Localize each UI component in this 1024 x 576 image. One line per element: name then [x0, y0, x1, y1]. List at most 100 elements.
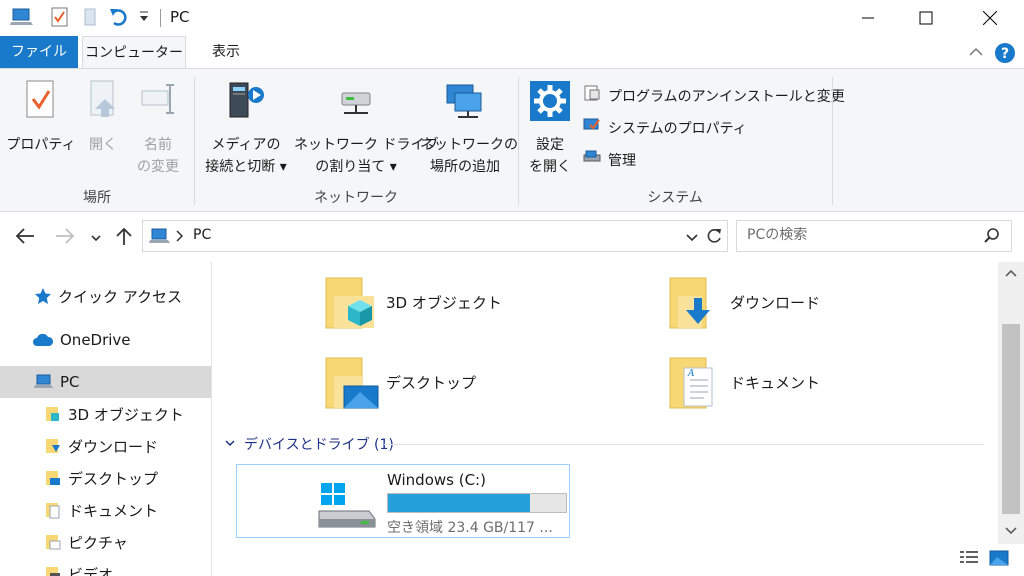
search-input[interactable] [747, 227, 977, 243]
location-group-label: 場所 [83, 190, 111, 206]
ribbon: プロパティ 開く 名前 の変更 場所 メディアの 接続と切断 ▾ ネットワーク … [0, 68, 1024, 212]
vertical-scrollbar[interactable] [998, 262, 1024, 544]
nav-item-downloads[interactable]: ダウンロード [0, 430, 211, 462]
map-drive-label-1: ネットワーク ドライブ [294, 137, 439, 153]
svg-text:?: ? [1001, 46, 1009, 62]
rename-icon [130, 79, 186, 128]
folder-name: 3D オブジェクト [386, 294, 502, 312]
collapse-ribbon-icon[interactable] [968, 44, 984, 64]
network-location-icon [420, 79, 510, 130]
drive-name: Windows (C:) [387, 471, 486, 489]
open-label: 開く [89, 137, 117, 153]
open-settings-button[interactable]: 設定 を開く [524, 79, 576, 178]
refresh-icon[interactable] [705, 227, 723, 249]
minimize-button[interactable] [838, 0, 898, 36]
drive-item-c[interactable]: Windows (C:) 空き領域 23.4 GB/117 ... [236, 464, 570, 538]
devices-section-header[interactable]: デバイスとドライブ (1) [224, 434, 394, 454]
large-icons-view-icon[interactable] [988, 548, 1010, 568]
folder-name: ドキュメント [730, 374, 821, 392]
nav-item-pc[interactable]: PC [0, 366, 211, 398]
manage-icon [582, 147, 602, 175]
new-folder-icon[interactable] [82, 6, 98, 32]
rename-label-1: 名前 [144, 137, 172, 153]
scroll-down-icon[interactable] [1004, 524, 1018, 538]
pc-icon[interactable] [10, 6, 34, 32]
nav-item-3d-objects[interactable]: 3D オブジェクト [0, 398, 211, 430]
undo-icon[interactable] [108, 6, 130, 32]
manage-button[interactable]: 管理 [582, 149, 636, 173]
nav-item-videos[interactable]: ビデオ [0, 558, 211, 576]
nav-item-label: ピクチャ [68, 533, 128, 552]
forward-arrow-icon[interactable] [54, 226, 76, 250]
up-arrow-icon[interactable] [114, 226, 134, 250]
nav-item-label: ダウンロード [68, 437, 159, 456]
settings-gear-icon [524, 79, 576, 130]
ribbon-tabs: ファイル コンピューター 表示 ? [0, 36, 1024, 69]
folder-documents-icon: A [664, 352, 724, 416]
folder-item-downloads[interactable]: ダウンロード [664, 272, 820, 336]
nav-item-desktop[interactable]: デスクトップ [0, 462, 211, 494]
media-server-icon [200, 79, 292, 130]
folder-item-documents[interactable]: A ドキュメント [664, 352, 820, 416]
back-arrow-icon[interactable] [14, 226, 36, 250]
customize-quick-access-icon[interactable] [138, 10, 150, 28]
folder-documents-icon [44, 501, 62, 519]
rename-button[interactable]: 名前 の変更 [130, 79, 186, 178]
address-dropdown-icon[interactable] [685, 231, 699, 247]
drive-usage-fill [388, 494, 531, 512]
media-label-2: 接続と切断 ▾ [205, 159, 287, 175]
search-box[interactable] [736, 220, 1012, 252]
media-connect-button[interactable]: メディアの 接続と切断 ▾ [200, 79, 292, 178]
tab-computer[interactable]: コンピューター [82, 36, 186, 69]
scrollbar-thumb[interactable] [1002, 324, 1020, 514]
breadcrumb-chevron-icon[interactable] [175, 229, 185, 247]
group-separator [518, 77, 519, 205]
navigation-bar: PC [0, 212, 1024, 260]
map-drive-label-2: の割り当て ▾ [315, 159, 397, 175]
tab-view[interactable]: 表示 [196, 36, 256, 68]
drive-free-space: 空き領域 23.4 GB/117 ... [387, 520, 553, 536]
scroll-up-icon[interactable] [1004, 266, 1018, 280]
system-properties-button[interactable]: システムのプロパティ [582, 117, 747, 141]
uninstall-program-button[interactable]: プログラムのアンインストールと変更 [582, 85, 845, 109]
add-network-location-button[interactable]: ネットワークの 場所の追加 [420, 79, 518, 178]
nav-item-label: クイック アクセス [58, 287, 183, 306]
pc-icon [149, 227, 171, 249]
details-view-icon[interactable] [958, 548, 980, 568]
maximize-button[interactable] [896, 0, 956, 36]
window-title: PC [170, 8, 190, 26]
nav-item-label: デスクトップ [68, 469, 159, 488]
network-drive-icon [294, 79, 418, 130]
folder-download-icon [44, 437, 62, 455]
properties-label: プロパティ [6, 137, 76, 153]
search-icon[interactable] [983, 227, 1001, 249]
cloud-icon [32, 332, 54, 348]
close-button[interactable] [960, 0, 1020, 36]
pc-icon [34, 374, 54, 390]
group-separator [832, 77, 833, 205]
open-button[interactable]: 開く [80, 79, 126, 156]
help-icon[interactable]: ? [994, 42, 1016, 68]
folder-name: デスクトップ [386, 374, 477, 392]
tab-file[interactable]: ファイル [0, 36, 78, 68]
breadcrumb-pc[interactable]: PC [193, 227, 211, 243]
folder-desktop-icon [44, 469, 62, 487]
settings-label-1: 設定 [536, 137, 564, 153]
nav-item-onedrive[interactable]: OneDrive [0, 324, 211, 356]
properties-icon [6, 79, 76, 128]
map-network-drive-button[interactable]: ネットワーク ドライブ の割り当て ▾ [294, 79, 439, 178]
file-list: 3D オブジェクト ダウンロード デスクトップ A ドキュメント デバイスとドラ… [214, 262, 998, 576]
nav-item-quick-access[interactable]: クイック アクセス [0, 280, 211, 312]
folder-item-desktop[interactable]: デスクトップ [320, 352, 476, 416]
recent-locations-chevron-icon[interactable] [90, 232, 102, 248]
system-properties-icon [582, 115, 602, 143]
svg-text:A: A [687, 369, 695, 379]
nav-item-pictures[interactable]: ピクチャ [0, 526, 211, 558]
folder-item-3d-objects[interactable]: 3D オブジェクト [320, 272, 502, 336]
rename-label-2: の変更 [137, 159, 179, 175]
properties-button[interactable]: プロパティ [6, 79, 76, 156]
properties-check-icon[interactable] [50, 6, 70, 32]
address-bar[interactable]: PC [142, 220, 728, 252]
manage-label: 管理 [608, 153, 636, 169]
nav-item-documents[interactable]: ドキュメント [0, 494, 211, 526]
